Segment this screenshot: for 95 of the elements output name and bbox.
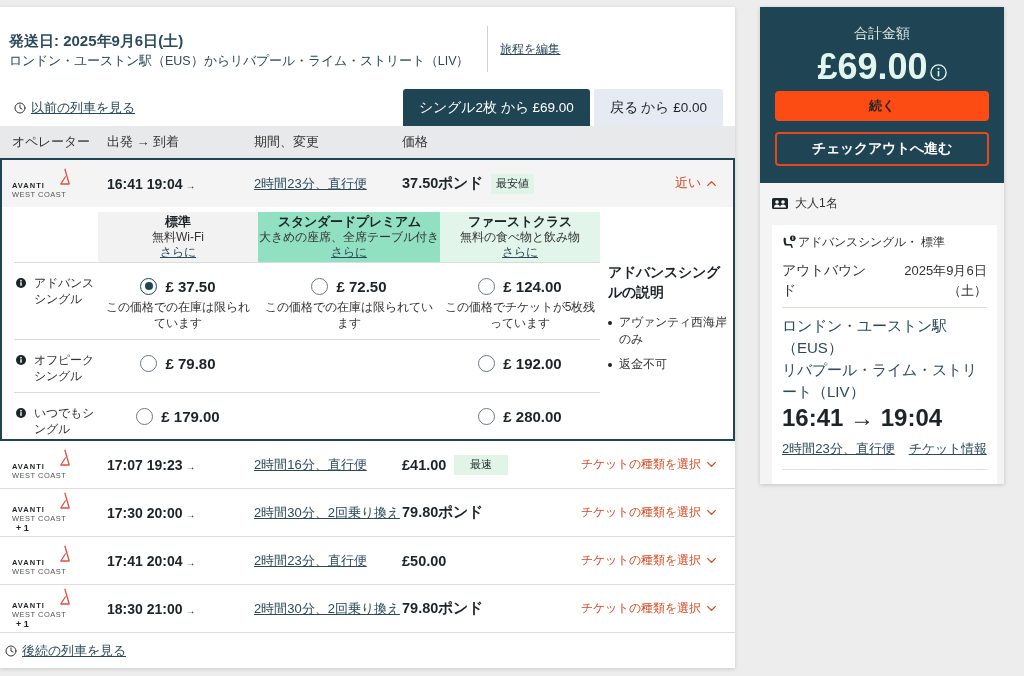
column-header: 出発 → 到着 <box>107 133 181 151</box>
journey-times: 16:41 → 19:04 <box>782 403 944 433</box>
bullet-icon <box>608 363 612 367</box>
info-icon[interactable] <box>16 408 26 418</box>
fare-price: £ 79.80 <box>165 354 216 372</box>
info-icon[interactable] <box>16 355 26 365</box>
more-link[interactable]: さらに <box>502 245 538 260</box>
train-times: 17:07 19:23 → <box>107 456 197 473</box>
more-link[interactable]: さらに <box>331 245 367 260</box>
triangle-logo-icon <box>60 449 70 466</box>
select-ticket-type-button[interactable]: チケットの種類を選択 <box>581 601 719 616</box>
fare-type-name: オフピークシングル <box>34 352 95 384</box>
triangle-logo-icon <box>60 587 70 605</box>
fare-price: £ 72.50 <box>336 277 387 295</box>
clock-icon <box>5 644 17 657</box>
fare-note: この価格でチケットが5枚残っています <box>443 299 597 331</box>
duration-link[interactable]: 2時間23分、直行便 <box>254 176 367 191</box>
train-times: 17:41 20:04 → <box>107 552 197 569</box>
passenger-count: 大人1名 <box>795 195 838 212</box>
later-trains-link[interactable]: 後続の列車を見る <box>5 641 126 660</box>
column-header: オペレーター <box>12 133 91 151</box>
train-price: £41.00 <box>402 456 447 473</box>
seat-icon <box>782 235 796 249</box>
fare-class-feature: 無料Wi-Fi <box>152 230 204 245</box>
extra-operators-count: + 1 <box>15 522 29 534</box>
fare-note: この価格での在庫は限られています <box>264 299 434 331</box>
info-icon[interactable] <box>929 64 947 81</box>
triangle-logo-icon <box>60 491 70 509</box>
radio-button[interactable] <box>478 277 496 295</box>
fare-description-point: アヴァンティ西海岸のみ <box>619 314 728 348</box>
radio-button[interactable] <box>311 277 329 295</box>
fare-tab[interactable]: 戻る から £0.00 <box>593 89 723 126</box>
select-ticket-type-button[interactable]: チケットの種類を選択 <box>581 553 719 568</box>
fare-type-name: アドバンスシングル <box>34 275 95 307</box>
train-price: 79.80ポンド <box>402 503 484 522</box>
fare-class-name: 標準 <box>165 214 191 230</box>
fare-type-name: いつでもシングル <box>34 405 95 437</box>
train-times: 18:30 21:00 → <box>107 600 197 617</box>
duration-link[interactable]: 2時間30分、2回乗り換え <box>254 505 400 520</box>
fare-price: £ 280.00 <box>503 407 562 425</box>
fare-class-feature: 大きめの座席、全席テーブル付き <box>259 230 439 245</box>
price-badge: 最安値 <box>491 173 535 194</box>
fare-price: £ 192.00 <box>503 354 562 372</box>
origin-station: ロンドン・ユーストン駅（EUS） <box>782 316 948 358</box>
fare-price: £ 124.00 <box>503 277 562 295</box>
duration-link[interactable]: 2時間16分、直行便 <box>254 457 367 472</box>
destination-station: リバプール・ライム・ストリート（LIV） <box>782 360 978 402</box>
radio-button[interactable] <box>136 407 154 425</box>
continue-button[interactable]: 続く <box>775 91 989 121</box>
fare-tab[interactable]: シングル2枚 から £69.00 <box>403 89 590 126</box>
edit-journey-link[interactable]: 旅程を編集 <box>500 41 561 58</box>
radio-button[interactable] <box>478 407 496 425</box>
train-price: £50.00 <box>402 552 447 569</box>
travel-date: 2025年9月6日（土） <box>903 262 987 300</box>
journey-title: 発送日: 2025年9月6日(土) <box>9 31 185 51</box>
fare-price: £ 37.50 <box>165 277 216 295</box>
column-header: 価格 <box>402 133 429 151</box>
checkout-button[interactable]: チェックアウトへ進む <box>775 132 989 166</box>
duration-link[interactable]: 2時間23分、直行便 <box>254 553 367 568</box>
triangle-logo-icon <box>60 168 70 185</box>
train-times: 17:30 20:00 → <box>107 504 197 521</box>
clock-icon <box>14 101 26 114</box>
select-ticket-type-button[interactable]: チケットの種類を選択 <box>581 505 719 520</box>
fare-class-name: スタンダードプレミアム <box>277 214 421 230</box>
bullet-icon <box>608 321 612 325</box>
earlier-trains-link[interactable]: 以前の列車を見る <box>14 98 135 117</box>
train-price: 37.50ポンド <box>402 174 484 193</box>
more-link[interactable]: さらに <box>160 245 196 260</box>
ticket-info-link[interactable]: チケット情報 <box>908 439 987 459</box>
radio-button[interactable] <box>140 277 158 295</box>
train-times: 16:41 19:04 → <box>107 175 197 192</box>
fare-price: £ 179.00 <box>161 407 220 425</box>
journey-route: ロンドン・ユーストン駅（EUS）からリバプール・ライム・ストリート（LIV） <box>9 53 470 70</box>
fare-description-title: アドバンスシングルの説明 <box>608 263 722 302</box>
collapse-button[interactable]: 近い <box>675 175 719 192</box>
triangle-logo-icon <box>60 545 70 562</box>
total-label: 合計金額 <box>854 24 910 43</box>
fare-class-name: ファーストクラス <box>468 214 572 230</box>
fare-note: この価格での在庫は限られています <box>105 299 251 331</box>
duration-link[interactable]: 2時間23分、直行便 <box>782 439 895 459</box>
radio-button[interactable] <box>478 354 496 372</box>
ticket-fare-type: アドバンスシングル・ 標準 <box>798 235 946 249</box>
fare-class-feature: 無料の食べ物と飲み物 <box>460 230 580 245</box>
people-icon <box>772 198 788 209</box>
column-header: 期間、変更 <box>254 133 320 151</box>
extra-operators-count: + 1 <box>15 618 29 630</box>
select-ticket-type-button[interactable]: チケットの種類を選択 <box>581 457 719 472</box>
fare-description-point: 返金不可 <box>619 356 668 373</box>
radio-button[interactable] <box>140 354 158 372</box>
price-badge: 最速 <box>454 454 509 475</box>
direction-label: アウトバウンド <box>782 262 867 300</box>
total-amount: £69.00 <box>817 47 928 87</box>
duration-link[interactable]: 2時間30分、2回乗り換え <box>254 601 400 616</box>
train-price: 79.80ポンド <box>402 599 484 618</box>
info-icon[interactable] <box>16 278 26 288</box>
